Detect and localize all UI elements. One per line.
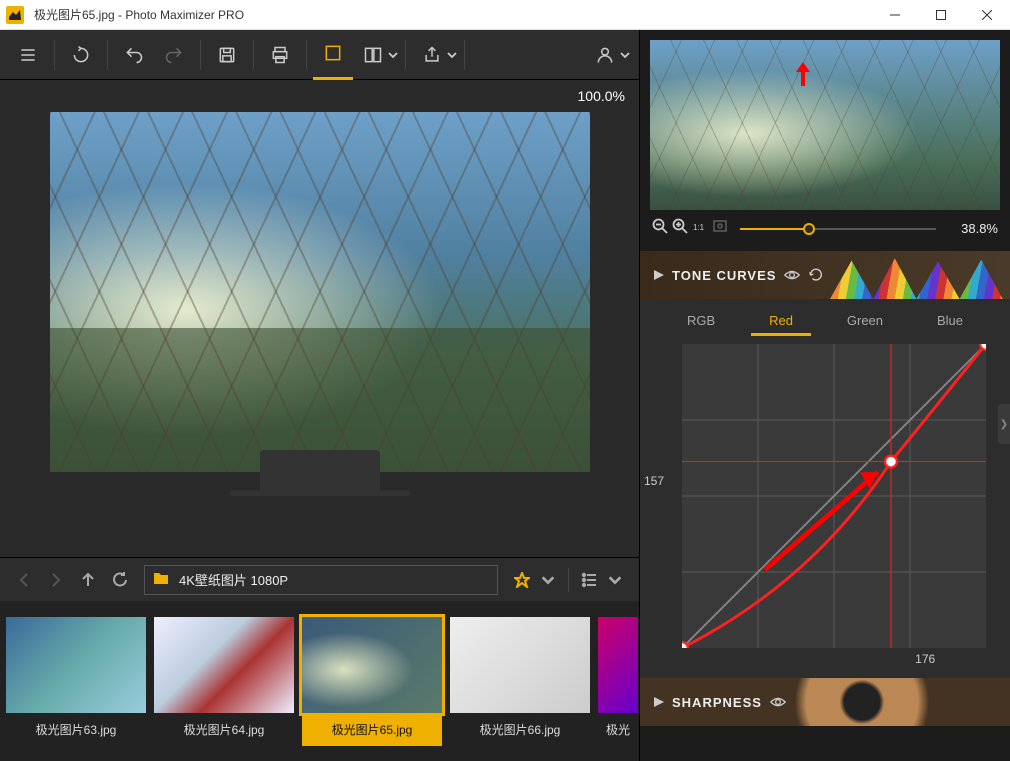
navigator-preview[interactable] — [650, 40, 1000, 210]
account-dropdown[interactable] — [619, 30, 631, 80]
main-image-canvas[interactable] — [50, 112, 590, 472]
toggle-visibility-icon[interactable] — [770, 694, 786, 710]
window-title: 极光图片65.jpg - Photo Maximizer PRO — [30, 6, 244, 23]
curve-graph[interactable] — [682, 344, 986, 648]
navigator-zoom-slider[interactable] — [740, 228, 936, 230]
navigator-zoom-controls: 1:1 38.8% — [640, 210, 1010, 251]
curve-channel-rgb[interactable]: RGB — [687, 313, 715, 334]
reset-panel-icon[interactable] — [808, 267, 824, 283]
curve-channel-blue[interactable]: Blue — [937, 313, 963, 334]
history-forward-button[interactable] — [40, 564, 72, 596]
window-close-button[interactable] — [964, 0, 1010, 30]
thumbnail[interactable]: 极光图片63.jpg — [6, 617, 146, 746]
expand-icon — [654, 695, 664, 710]
sharpness-panel-header[interactable]: SHARPNESS — [640, 678, 1010, 726]
thumbnail-caption: 极光图片64.jpg — [154, 713, 294, 746]
redo-button[interactable] — [154, 30, 194, 80]
thumbnail[interactable]: 极光图片66.jpg — [450, 617, 590, 746]
sort-dropdown[interactable] — [599, 564, 631, 596]
window-minimize-button[interactable] — [872, 0, 918, 30]
folder-label: 4K壁纸图片 1080P — [179, 570, 288, 589]
filmstrip[interactable]: 极光图片63.jpg 极光图片64.jpg 极光图片65.jpg 极光图片66.… — [0, 601, 639, 761]
thumbnail-caption: 极光图片63.jpg — [6, 713, 146, 746]
monitor-stand-graphic — [260, 450, 380, 490]
menu-button[interactable] — [8, 30, 48, 80]
file-nav-bar: 4K壁纸图片 1080P — [0, 557, 639, 601]
toggle-visibility-icon[interactable] — [784, 267, 800, 283]
print-button[interactable] — [260, 30, 300, 80]
curve-x-readout: 176 — [864, 652, 986, 666]
collapse-icon — [654, 268, 664, 283]
favorites-dropdown[interactable] — [532, 564, 564, 596]
thumbnail-caption: 极光图片66.jpg — [450, 713, 590, 746]
separator — [568, 568, 569, 592]
refresh-button[interactable] — [104, 564, 136, 596]
curve-channel-green[interactable]: Green — [847, 313, 883, 334]
main-toolbar — [0, 30, 639, 80]
curve-channel-red[interactable]: Red — [769, 313, 793, 334]
thumbnail-caption: 极光 — [598, 713, 638, 746]
panel-title: SHARPNESS — [672, 695, 762, 710]
preview-area: 100.0% — [0, 80, 639, 557]
view-dropdown[interactable] — [387, 30, 399, 80]
parent-folder-button[interactable] — [72, 564, 104, 596]
window-titlebar: 极光图片65.jpg - Photo Maximizer PRO — [0, 0, 1010, 30]
panel-collapse-handle[interactable]: ❯ — [998, 404, 1010, 444]
navigator-zoom-label: 38.8% — [948, 221, 998, 236]
thumbnail[interactable]: 极光图片65.jpg — [302, 617, 442, 746]
tone-curves-panel-header[interactable]: TONE CURVES — [640, 251, 1010, 299]
single-view-button[interactable] — [313, 30, 353, 80]
curve-y-readout: 157 — [640, 474, 670, 488]
folder-icon — [153, 571, 169, 588]
zoom-in-icon[interactable] — [672, 218, 688, 239]
thumbnail[interactable]: 极光 — [598, 617, 638, 746]
fit-screen-icon[interactable] — [712, 218, 728, 239]
preview-zoom-label: 100.0% — [0, 80, 639, 112]
window-maximize-button[interactable] — [918, 0, 964, 30]
thumbnail-caption: 极光图片65.jpg — [302, 713, 442, 746]
panel-title: TONE CURVES — [672, 268, 776, 283]
svg-text:1:1: 1:1 — [693, 223, 705, 232]
revert-button[interactable] — [61, 30, 101, 80]
undo-button[interactable] — [114, 30, 154, 80]
app-icon — [0, 0, 30, 30]
history-back-button[interactable] — [8, 564, 40, 596]
zoom-out-icon[interactable] — [652, 218, 668, 239]
save-button[interactable] — [207, 30, 247, 80]
tone-curves-panel: RGB Red Green Blue 157 — [640, 299, 1010, 678]
share-dropdown[interactable] — [446, 30, 458, 80]
folder-path-box[interactable]: 4K壁纸图片 1080P — [144, 565, 498, 595]
thumbnail[interactable]: 极光图片64.jpg — [154, 617, 294, 746]
fit-actual-icon[interactable]: 1:1 — [692, 218, 708, 239]
